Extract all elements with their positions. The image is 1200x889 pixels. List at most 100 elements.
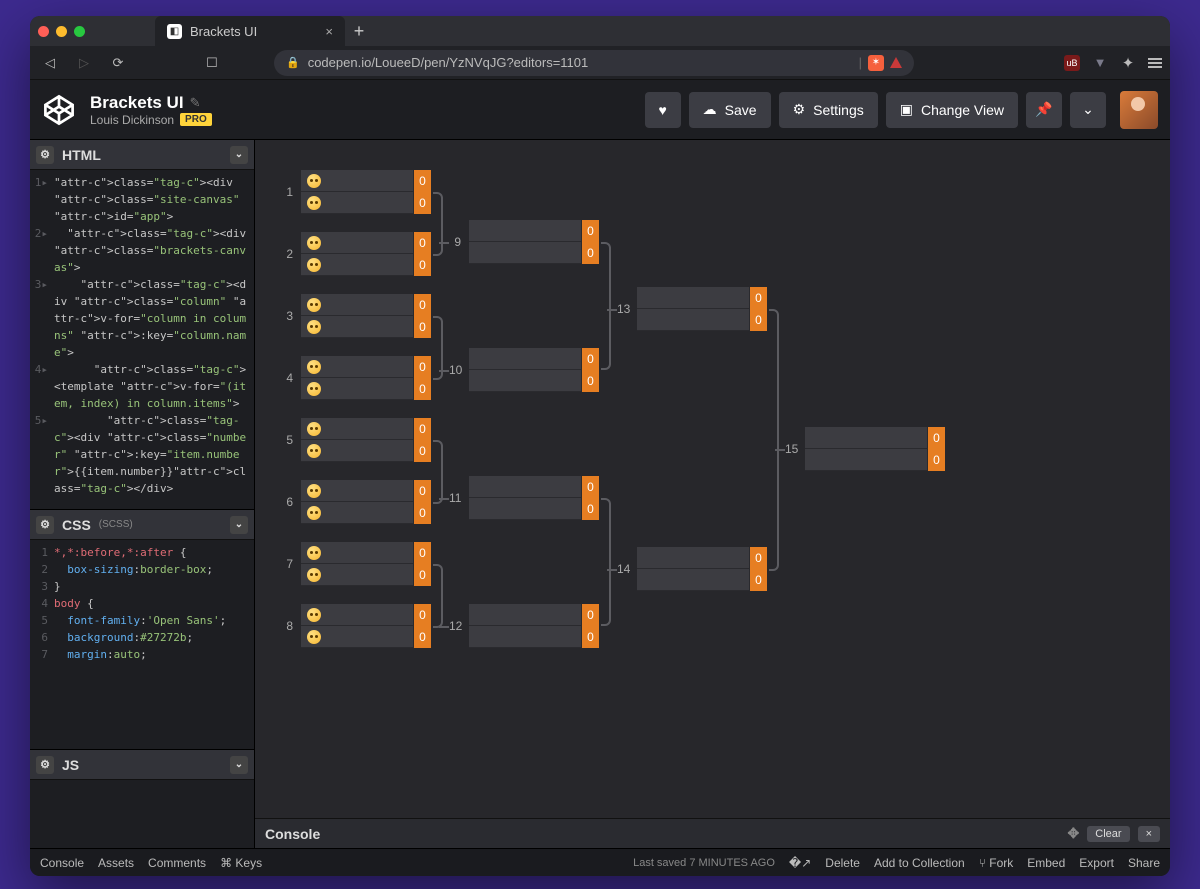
match-number: 12 [449, 619, 461, 633]
team-row[interactable]: 0 [469, 220, 599, 242]
love-button[interactable]: ♥ [645, 92, 681, 128]
team-row[interactable]: 0 [469, 348, 599, 370]
bracket-match[interactable]: 9 00 [449, 220, 599, 264]
bracket-match[interactable]: 15 00 [785, 427, 945, 471]
address-bar[interactable]: 🔒 codepen.io/LoueeD/pen/YzNVqJG?editors=… [274, 50, 914, 76]
footer-item[interactable]: Comments [148, 856, 206, 870]
js-panel-header[interactable]: ⚙ JS ⌄ [30, 750, 254, 780]
drag-handle-icon[interactable]: ✥ [1068, 825, 1080, 842]
ublock-icon[interactable]: uB [1064, 55, 1080, 71]
editor-column[interactable]: ⚙ HTML ⌄ 1▸"attr-c">class="tag-c"><div "… [30, 140, 255, 848]
footer-item[interactable]: Assets [98, 856, 134, 870]
team-row[interactable]: 0 [301, 294, 431, 316]
team-row[interactable]: 0 [301, 356, 431, 378]
team-row[interactable]: 0 [301, 502, 431, 524]
footer-item[interactable]: Embed [1027, 856, 1065, 870]
team-row[interactable]: 0 [469, 626, 599, 648]
settings-button[interactable]: ⚙Settings [779, 92, 878, 128]
bracket-match[interactable]: 7 00 [281, 542, 431, 586]
css-editor[interactable]: 1*,*:before,*:after {2 box-sizing:border… [30, 540, 254, 749]
close-tab-icon[interactable]: × [325, 24, 333, 39]
warning-icon[interactable] [890, 57, 902, 68]
back-button[interactable]: ◁ [38, 51, 62, 75]
team-row[interactable]: 0 [301, 564, 431, 586]
forward-button[interactable]: ▷ [72, 51, 96, 75]
bracket-match[interactable]: 5 00 [281, 418, 431, 462]
browser-tab[interactable]: ◧ Brackets UI × [155, 16, 345, 46]
team-row[interactable]: 0 [301, 440, 431, 462]
team-row[interactable]: 0 [637, 287, 767, 309]
html-editor[interactable]: 1▸"attr-c">class="tag-c"><div "attr-c">c… [30, 170, 254, 509]
team-row[interactable]: 0 [301, 192, 431, 214]
save-button[interactable]: ☁Save [689, 92, 771, 128]
console-bar[interactable]: Console ✥ Clear × [255, 818, 1170, 848]
avatar[interactable] [1120, 91, 1158, 129]
bracket-match[interactable]: 12 00 [449, 604, 599, 648]
team-row[interactable]: 0 [301, 254, 431, 276]
bracket-match[interactable]: 1 00 [281, 170, 431, 214]
team-row[interactable]: 0 [637, 547, 767, 569]
bracket-match[interactable]: 10 00 [449, 348, 599, 392]
brave-shield-icon[interactable]: ✶ [868, 55, 884, 71]
vue-devtools-icon[interactable]: ▼ [1092, 55, 1108, 71]
bracket-match[interactable]: 8 00 [281, 604, 431, 648]
team-row[interactable]: 0 [469, 498, 599, 520]
team-row[interactable]: 0 [805, 449, 945, 471]
team-row[interactable]: 0 [469, 604, 599, 626]
bracket-match[interactable]: 6 00 [281, 480, 431, 524]
new-tab-button[interactable]: + [345, 17, 373, 45]
team-row[interactable]: 0 [301, 604, 431, 626]
team-row[interactable]: 0 [301, 542, 431, 564]
team-row[interactable]: 0 [637, 569, 767, 591]
footer-item[interactable]: Share [1128, 856, 1160, 870]
team-row[interactable]: 0 [469, 476, 599, 498]
team-row[interactable]: 0 [301, 418, 431, 440]
team-emoji-icon [307, 444, 321, 458]
team-row[interactable]: 0 [637, 309, 767, 331]
team-row[interactable]: 0 [301, 170, 431, 192]
footer-item[interactable]: ⑂ Fork [979, 856, 1014, 870]
team-row[interactable]: 0 [301, 480, 431, 502]
bracket-match[interactable]: 4 00 [281, 356, 431, 400]
js-settings-icon[interactable]: ⚙ [36, 756, 54, 774]
footer-item[interactable]: Export [1079, 856, 1114, 870]
change-view-button[interactable]: ▣Change View [886, 92, 1018, 128]
bracket-match[interactable]: 13 00 [617, 287, 767, 331]
open-external-icon[interactable]: �↗ [789, 856, 811, 870]
close-icon[interactable] [38, 26, 49, 37]
maximize-icon[interactable] [74, 26, 85, 37]
pen-author[interactable]: Louis Dickinson [90, 113, 174, 127]
close-console-button[interactable]: × [1138, 826, 1160, 842]
team-row[interactable]: 0 [301, 316, 431, 338]
bracket-match[interactable]: 14 00 [617, 547, 767, 591]
bracket-match[interactable]: 3 00 [281, 294, 431, 338]
team-row[interactable]: 0 [469, 370, 599, 392]
view-dropdown[interactable]: ⌄ [1070, 92, 1106, 128]
team-row[interactable]: 0 [301, 626, 431, 648]
minimize-icon[interactable] [56, 26, 67, 37]
extensions-icon[interactable]: ✦ [1120, 55, 1136, 71]
css-panel-header[interactable]: ⚙ CSS (SCSS) ⌄ [30, 510, 254, 540]
html-settings-icon[interactable]: ⚙ [36, 146, 54, 164]
bracket-match[interactable]: 11 00 [449, 476, 599, 520]
footer-item[interactable]: Delete [825, 856, 860, 870]
chevron-down-icon[interactable]: ⌄ [230, 516, 248, 534]
bookmark-icon[interactable]: ☐ [200, 51, 224, 75]
footer-item[interactable]: ⌘ Keys [220, 856, 262, 870]
team-row[interactable]: 0 [469, 242, 599, 264]
edit-title-icon[interactable]: ✎ [190, 95, 201, 111]
chevron-down-icon[interactable]: ⌄ [230, 146, 248, 164]
clear-console-button[interactable]: Clear [1087, 826, 1129, 842]
team-row[interactable]: 0 [301, 378, 431, 400]
footer-item[interactable]: Console [40, 856, 84, 870]
menu-icon[interactable] [1148, 58, 1162, 68]
footer-item[interactable]: Add to Collection [874, 856, 965, 870]
chevron-down-icon[interactable]: ⌄ [230, 756, 248, 774]
team-row[interactable]: 0 [301, 232, 431, 254]
bracket-match[interactable]: 2 00 [281, 232, 431, 276]
html-panel-header[interactable]: ⚙ HTML ⌄ [30, 140, 254, 170]
css-settings-icon[interactable]: ⚙ [36, 516, 54, 534]
pin-button[interactable]: 📌 [1026, 92, 1062, 128]
team-row[interactable]: 0 [805, 427, 945, 449]
reload-button[interactable]: ⟳ [106, 51, 130, 75]
